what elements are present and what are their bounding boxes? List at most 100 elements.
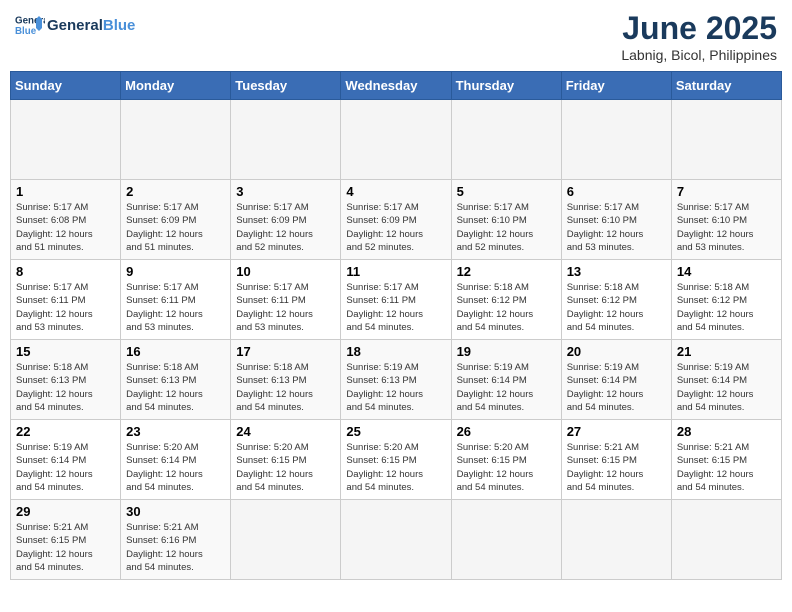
calendar-cell [11,100,121,180]
day-number: 18 [346,344,445,359]
day-info: Sunrise: 5:19 AMSunset: 6:13 PMDaylight:… [346,361,445,414]
calendar-cell: 23 Sunrise: 5:20 AMSunset: 6:14 PMDayligh… [121,420,231,500]
day-number: 27 [567,424,666,439]
day-number: 9 [126,264,225,279]
calendar-cell [561,500,671,580]
day-number: 15 [16,344,115,359]
calendar-cell [341,500,451,580]
day-info: Sunrise: 5:18 AMSunset: 6:13 PMDaylight:… [236,361,335,414]
calendar-header-saturday: Saturday [671,72,781,100]
day-info: Sunrise: 5:20 AMSunset: 6:15 PMDaylight:… [236,441,335,494]
calendar-cell [341,100,451,180]
calendar-cell: 26 Sunrise: 5:20 AMSunset: 6:15 PMDayligh… [451,420,561,500]
day-number: 21 [677,344,776,359]
calendar-cell: 9Sunrise: 5:17 AMSunset: 6:11 PMDaylight… [121,260,231,340]
day-number: 19 [457,344,556,359]
day-info: Sunrise: 5:19 AMSunset: 6:14 PMDaylight:… [677,361,776,414]
month-title: June 2025 [621,10,777,47]
week-row-6: 29 Sunrise: 5:21 AMSunset: 6:15 PMDayligh… [11,500,782,580]
day-number: 26 [457,424,556,439]
svg-text:Blue: Blue [15,26,37,37]
day-number: 5 [457,184,556,199]
day-number: 10 [236,264,335,279]
calendar-cell: 7 Sunrise: 5:17 AMSunset: 6:10 PMDaylight… [671,180,781,260]
calendar-header-thursday: Thursday [451,72,561,100]
calendar-cell: 20Sunrise: 5:19 AMSunset: 6:14 PMDayligh… [561,340,671,420]
calendar-cell: 6 Sunrise: 5:17 AMSunset: 6:10 PMDaylight… [561,180,671,260]
day-number: 13 [567,264,666,279]
logo-text: GeneralBlue [47,17,135,34]
calendar-table: SundayMondayTuesdayWednesdayThursdayFrid… [10,71,782,580]
day-info: Sunrise: 5:17 AMSunset: 6:10 PMDaylight:… [457,201,556,254]
calendar-cell [451,500,561,580]
calendar-cell: 17Sunrise: 5:18 AMSunset: 6:13 PMDayligh… [231,340,341,420]
calendar-cell: 14Sunrise: 5:18 AMSunset: 6:12 PMDayligh… [671,260,781,340]
day-info: Sunrise: 5:21 AMSunset: 6:15 PMDaylight:… [567,441,666,494]
logo-icon: General Blue [15,10,45,40]
day-number: 20 [567,344,666,359]
day-number: 7 [677,184,776,199]
day-info: Sunrise: 5:17 AMSunset: 6:11 PMDaylight:… [236,281,335,334]
calendar-cell: 25 Sunrise: 5:20 AMSunset: 6:15 PMDayligh… [341,420,451,500]
day-info: Sunrise: 5:19 AMSunset: 6:14 PMDaylight:… [16,441,115,494]
day-number: 29 [16,504,115,519]
day-number: 12 [457,264,556,279]
calendar-cell: 12 Sunrise: 5:18 AMSunset: 6:12 PMDayligh… [451,260,561,340]
day-number: 23 [126,424,225,439]
calendar-cell: 4 Sunrise: 5:17 AMSunset: 6:09 PMDaylight… [341,180,451,260]
calendar-cell: 30Sunrise: 5:21 AMSunset: 6:16 PMDayligh… [121,500,231,580]
day-info: Sunrise: 5:17 AMSunset: 6:10 PMDaylight:… [677,201,776,254]
day-info: Sunrise: 5:18 AMSunset: 6:12 PMDaylight:… [567,281,666,334]
week-row-2: 1 Sunrise: 5:17 AMSunset: 6:08 PMDaylight… [11,180,782,260]
calendar-cell: 27 Sunrise: 5:21 AMSunset: 6:15 PMDayligh… [561,420,671,500]
calendar-header-sunday: Sunday [11,72,121,100]
calendar-cell [451,100,561,180]
day-number: 3 [236,184,335,199]
day-info: Sunrise: 5:20 AMSunset: 6:14 PMDaylight:… [126,441,225,494]
day-number: 4 [346,184,445,199]
calendar-cell: 24Sunrise: 5:20 AMSunset: 6:15 PMDayligh… [231,420,341,500]
day-info: Sunrise: 5:18 AMSunset: 6:13 PMDaylight:… [16,361,115,414]
location: Labnig, Bicol, Philippines [621,47,777,63]
calendar-cell [671,100,781,180]
calendar-cell: 13 Sunrise: 5:18 AMSunset: 6:12 PMDayligh… [561,260,671,340]
day-info: Sunrise: 5:17 AMSunset: 6:11 PMDaylight:… [16,281,115,334]
calendar-cell: 29 Sunrise: 5:21 AMSunset: 6:15 PMDayligh… [11,500,121,580]
page-header: General Blue GeneralBlue June 2025 Labni… [10,10,782,63]
day-info: Sunrise: 5:20 AMSunset: 6:15 PMDaylight:… [457,441,556,494]
day-number: 28 [677,424,776,439]
calendar-cell: 15 Sunrise: 5:18 AMSunset: 6:13 PMDayligh… [11,340,121,420]
calendar-cell: 10 Sunrise: 5:17 AMSunset: 6:11 PMDayligh… [231,260,341,340]
calendar-cell [121,100,231,180]
day-number: 1 [16,184,115,199]
calendar-cell: 22 Sunrise: 5:19 AMSunset: 6:14 PMDayligh… [11,420,121,500]
day-info: Sunrise: 5:17 AMSunset: 6:09 PMDaylight:… [346,201,445,254]
day-number: 22 [16,424,115,439]
calendar-header-monday: Monday [121,72,231,100]
day-number: 25 [346,424,445,439]
day-info: Sunrise: 5:18 AMSunset: 6:12 PMDaylight:… [677,281,776,334]
day-info: Sunrise: 5:21 AMSunset: 6:15 PMDaylight:… [16,521,115,574]
calendar-cell: 3Sunrise: 5:17 AMSunset: 6:09 PMDaylight… [231,180,341,260]
week-row-5: 22 Sunrise: 5:19 AMSunset: 6:14 PMDayligh… [11,420,782,500]
calendar-cell: 16Sunrise: 5:18 AMSunset: 6:13 PMDayligh… [121,340,231,420]
day-number: 11 [346,264,445,279]
calendar-cell: 5 Sunrise: 5:17 AMSunset: 6:10 PMDaylight… [451,180,561,260]
week-row-4: 15 Sunrise: 5:18 AMSunset: 6:13 PMDayligh… [11,340,782,420]
day-info: Sunrise: 5:17 AMSunset: 6:10 PMDaylight:… [567,201,666,254]
calendar-header-wednesday: Wednesday [341,72,451,100]
calendar-cell: 19Sunrise: 5:19 AMSunset: 6:14 PMDayligh… [451,340,561,420]
day-info: Sunrise: 5:21 AMSunset: 6:16 PMDaylight:… [126,521,225,574]
calendar-header-tuesday: Tuesday [231,72,341,100]
calendar-cell [561,100,671,180]
day-info: Sunrise: 5:17 AMSunset: 6:08 PMDaylight:… [16,201,115,254]
calendar-cell: 28 Sunrise: 5:21 AMSunset: 6:15 PMDayligh… [671,420,781,500]
day-info: Sunrise: 5:20 AMSunset: 6:15 PMDaylight:… [346,441,445,494]
calendar-header-friday: Friday [561,72,671,100]
day-number: 6 [567,184,666,199]
logo: General Blue GeneralBlue [15,10,135,40]
day-number: 16 [126,344,225,359]
day-info: Sunrise: 5:21 AMSunset: 6:15 PMDaylight:… [677,441,776,494]
calendar-header-row: SundayMondayTuesdayWednesdayThursdayFrid… [11,72,782,100]
day-info: Sunrise: 5:18 AMSunset: 6:12 PMDaylight:… [457,281,556,334]
